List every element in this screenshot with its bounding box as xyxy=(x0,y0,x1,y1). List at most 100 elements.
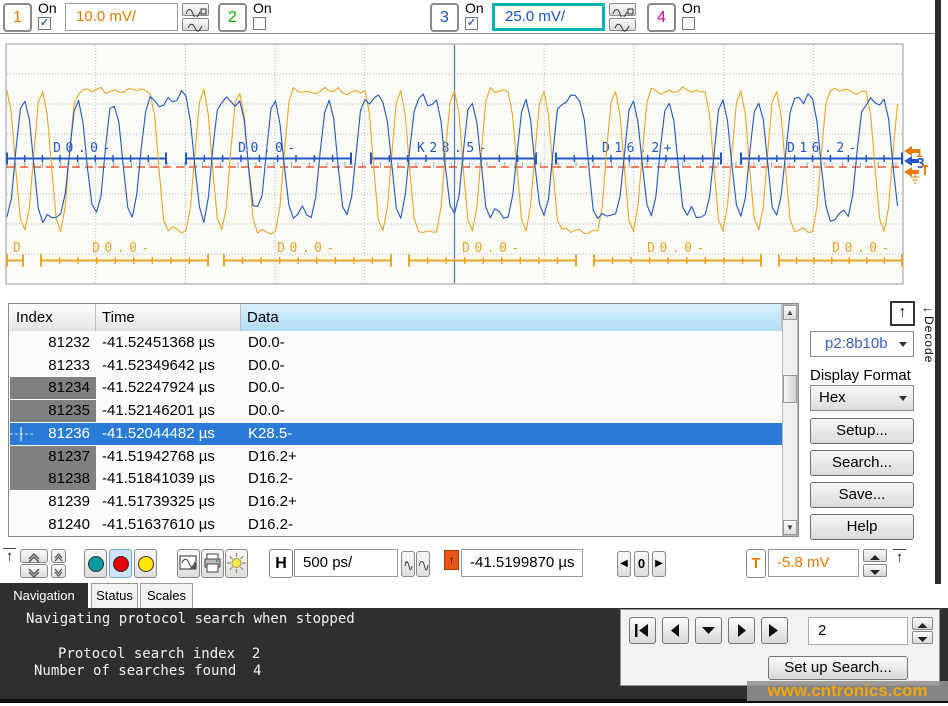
delay-left-button[interactable]: ◀ xyxy=(617,551,631,577)
scale-down-button[interactable] xyxy=(20,564,48,578)
cell-data: D0.0- xyxy=(248,377,285,399)
table-row[interactable]: 81233 -41.52349642 µs D0.0- xyxy=(10,355,782,377)
table-row[interactable]: 81236 -41.52044482 µs K28.5- xyxy=(10,423,782,445)
trigger-marker-icon[interactable]: ↑ xyxy=(893,549,906,566)
cell-time: -41.51841039 µs xyxy=(102,468,215,490)
trigger-down-button[interactable] xyxy=(863,564,887,577)
search-index-field[interactable]: 2 xyxy=(808,617,908,645)
nav-first-button[interactable] xyxy=(629,617,656,644)
svg-text:D: D xyxy=(13,241,25,256)
delay-zero-button[interactable]: 0 xyxy=(634,551,649,577)
cell-time: -41.52044482 µs xyxy=(102,423,215,445)
svg-text:D0.0-: D0.0- xyxy=(462,241,524,256)
decode-panel-tab[interactable]: ←Decode xyxy=(921,300,936,412)
table-row[interactable]: 81232 -41.52451368 µs D0.0- xyxy=(10,332,782,354)
svg-text:D0.0-: D0.0- xyxy=(832,241,894,256)
panel-up-button[interactable]: ↑ xyxy=(890,301,915,326)
table-row[interactable]: 81235 -41.52146201 µs D0.0- xyxy=(10,400,782,422)
waveform-display: D0.0-D0.0-K28.5-D16.2+D16.2-DD0.0-D0.0-D… xyxy=(0,0,948,300)
column-header-index[interactable]: Index xyxy=(10,304,96,331)
setup-search-button[interactable]: Set up Search... xyxy=(768,656,908,680)
help-button[interactable]: Help xyxy=(810,514,914,540)
cell-time: -41.51942768 µs xyxy=(102,446,215,468)
setup-button[interactable]: Setup... xyxy=(810,418,914,444)
nav-next-button[interactable] xyxy=(728,617,755,644)
table-row[interactable]: 81234 -41.52247924 µs D0.0- xyxy=(10,377,782,399)
delay-right-button[interactable]: ▶ xyxy=(652,551,666,577)
delay-marker-button[interactable]: ↑ xyxy=(444,550,459,570)
brightness-icon xyxy=(226,550,247,577)
status-line-0: Navigating protocol search when stopped xyxy=(26,611,355,627)
up-arrow-icon: ↑ xyxy=(449,553,455,567)
timebase-fine-icon[interactable] xyxy=(401,551,415,577)
trigger-level-field[interactable]: -5.8 mV xyxy=(768,549,859,577)
single-icon xyxy=(138,556,154,572)
search-button[interactable]: Search... xyxy=(810,450,914,476)
scale-up-button[interactable] xyxy=(20,549,48,563)
right-dark-bar xyxy=(935,0,941,584)
delay-field[interactable]: -41.5199870 µs xyxy=(461,549,583,577)
screen-copy-icon xyxy=(178,550,199,577)
horizontal-button[interactable]: H xyxy=(269,549,293,578)
search-index-down[interactable] xyxy=(912,631,933,644)
fine-up-button[interactable] xyxy=(51,549,66,563)
cell-time: -41.52451368 µs xyxy=(102,332,215,354)
scroll-up-button[interactable]: ▲ xyxy=(783,305,797,320)
cell-data: D0.0- xyxy=(248,332,285,354)
tab-status[interactable]: Status xyxy=(91,583,138,608)
printer-icon xyxy=(202,550,223,577)
column-header-data[interactable]: Data xyxy=(241,304,782,331)
svg-text:D0.0-: D0.0- xyxy=(277,241,339,256)
table-row[interactable]: 81238 -41.51841039 µs D16.2- xyxy=(10,468,782,490)
svg-text:D0.0-: D0.0- xyxy=(647,241,709,256)
tab-scales[interactable]: Scales xyxy=(140,583,193,608)
table-row[interactable]: 81239 -41.51739325 µs D16.2+ xyxy=(10,491,782,513)
cell-data: D0.0- xyxy=(248,400,285,422)
status-line-1: Protocol search index 2 xyxy=(58,646,260,662)
cell-data: D16.2- xyxy=(248,514,293,536)
decode-listing-table[interactable]: IndexTimeData81232 -41.52451368 µs D0.0-… xyxy=(8,303,799,537)
nav-last-button[interactable] xyxy=(761,617,788,644)
navigation-panel: 2 Set up Search... xyxy=(620,609,940,686)
collapse-arrow-icon: ← xyxy=(921,300,934,315)
column-header-time[interactable]: Time xyxy=(96,304,241,331)
timebase-coarse-icon[interactable] xyxy=(416,551,430,577)
cell-index: 81233 xyxy=(10,355,90,377)
cell-index: 81238 xyxy=(10,468,90,490)
cell-data: D16.2+ xyxy=(248,446,297,468)
nav-current-button[interactable] xyxy=(695,617,722,644)
scroll-down-button[interactable]: ▼ xyxy=(783,520,797,535)
trigger-up-button[interactable] xyxy=(863,549,887,562)
cell-index: 81236 xyxy=(10,423,90,445)
cell-index: 81234 xyxy=(10,377,90,399)
save-button[interactable]: Save... xyxy=(810,482,914,508)
nav-prev-button[interactable] xyxy=(662,617,689,644)
bus-select[interactable]: p2:8b10b xyxy=(810,331,914,357)
brightness-button[interactable] xyxy=(225,549,248,578)
table-row[interactable]: 81240 -41.51637610 µs D16.2- xyxy=(10,514,782,536)
tab-navigation[interactable]: Navigation xyxy=(0,583,88,608)
cell-index: 81232 xyxy=(10,332,90,354)
format-select[interactable]: Hex xyxy=(810,385,914,411)
trigger-button[interactable]: T xyxy=(746,549,766,578)
move-up-icon[interactable]: ↑ xyxy=(3,548,16,565)
status-line-2: Number of searches found 4 xyxy=(34,663,262,679)
run-button[interactable] xyxy=(84,549,107,578)
timebase-field[interactable]: 500 ps/ xyxy=(294,549,398,577)
cell-time: -41.52247924 µs xyxy=(102,377,215,399)
print-button[interactable] xyxy=(201,549,224,578)
table-scrollbar[interactable]: ▲ ▼ xyxy=(782,304,798,536)
screen-copy-button[interactable] xyxy=(177,549,200,578)
single-button[interactable] xyxy=(134,549,157,578)
table-row[interactable]: 81237 -41.51942768 µs D16.2+ xyxy=(10,446,782,468)
decode-tab-label: Decode xyxy=(922,316,936,363)
svg-text:T: T xyxy=(921,164,929,179)
scrollbar-thumb[interactable] xyxy=(783,375,797,403)
cell-index: 81235 xyxy=(10,400,90,422)
stop-icon xyxy=(113,556,129,572)
oscilloscope-app: 1 On ✓10.0 mV/ 2 On 3 On ✓25.0 mV/ 4 On … xyxy=(0,0,948,706)
search-index-up[interactable] xyxy=(912,617,933,630)
fine-down-button[interactable] xyxy=(51,564,66,578)
stop-button[interactable] xyxy=(109,549,132,578)
chevron-down-icon xyxy=(899,342,907,347)
